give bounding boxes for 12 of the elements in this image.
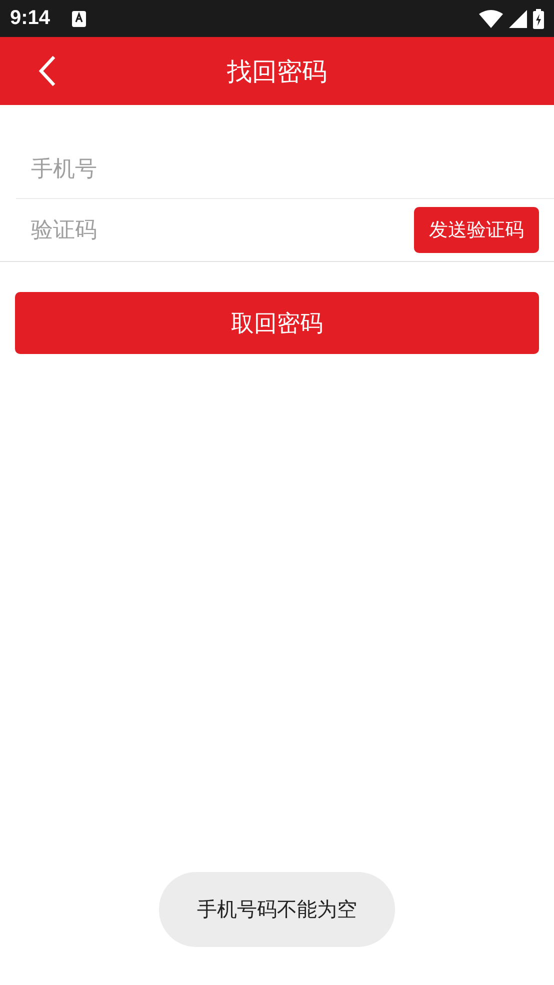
battery-icon	[533, 8, 544, 28]
toast-message: 手机号码不能为空	[159, 872, 395, 947]
wifi-icon	[479, 10, 503, 28]
status-time: 9:14	[10, 7, 50, 30]
signal-icon	[509, 10, 527, 28]
keyboard-icon	[72, 10, 86, 26]
phone-field[interactable]: 手机号	[16, 149, 554, 189]
code-field[interactable]: 验证码	[16, 210, 414, 250]
send-code-button[interactable]: 发送验证码	[414, 207, 539, 253]
page-title: 找回密码	[227, 56, 327, 86]
submit-button[interactable]: 取回密码	[15, 292, 539, 354]
back-icon	[38, 55, 56, 87]
